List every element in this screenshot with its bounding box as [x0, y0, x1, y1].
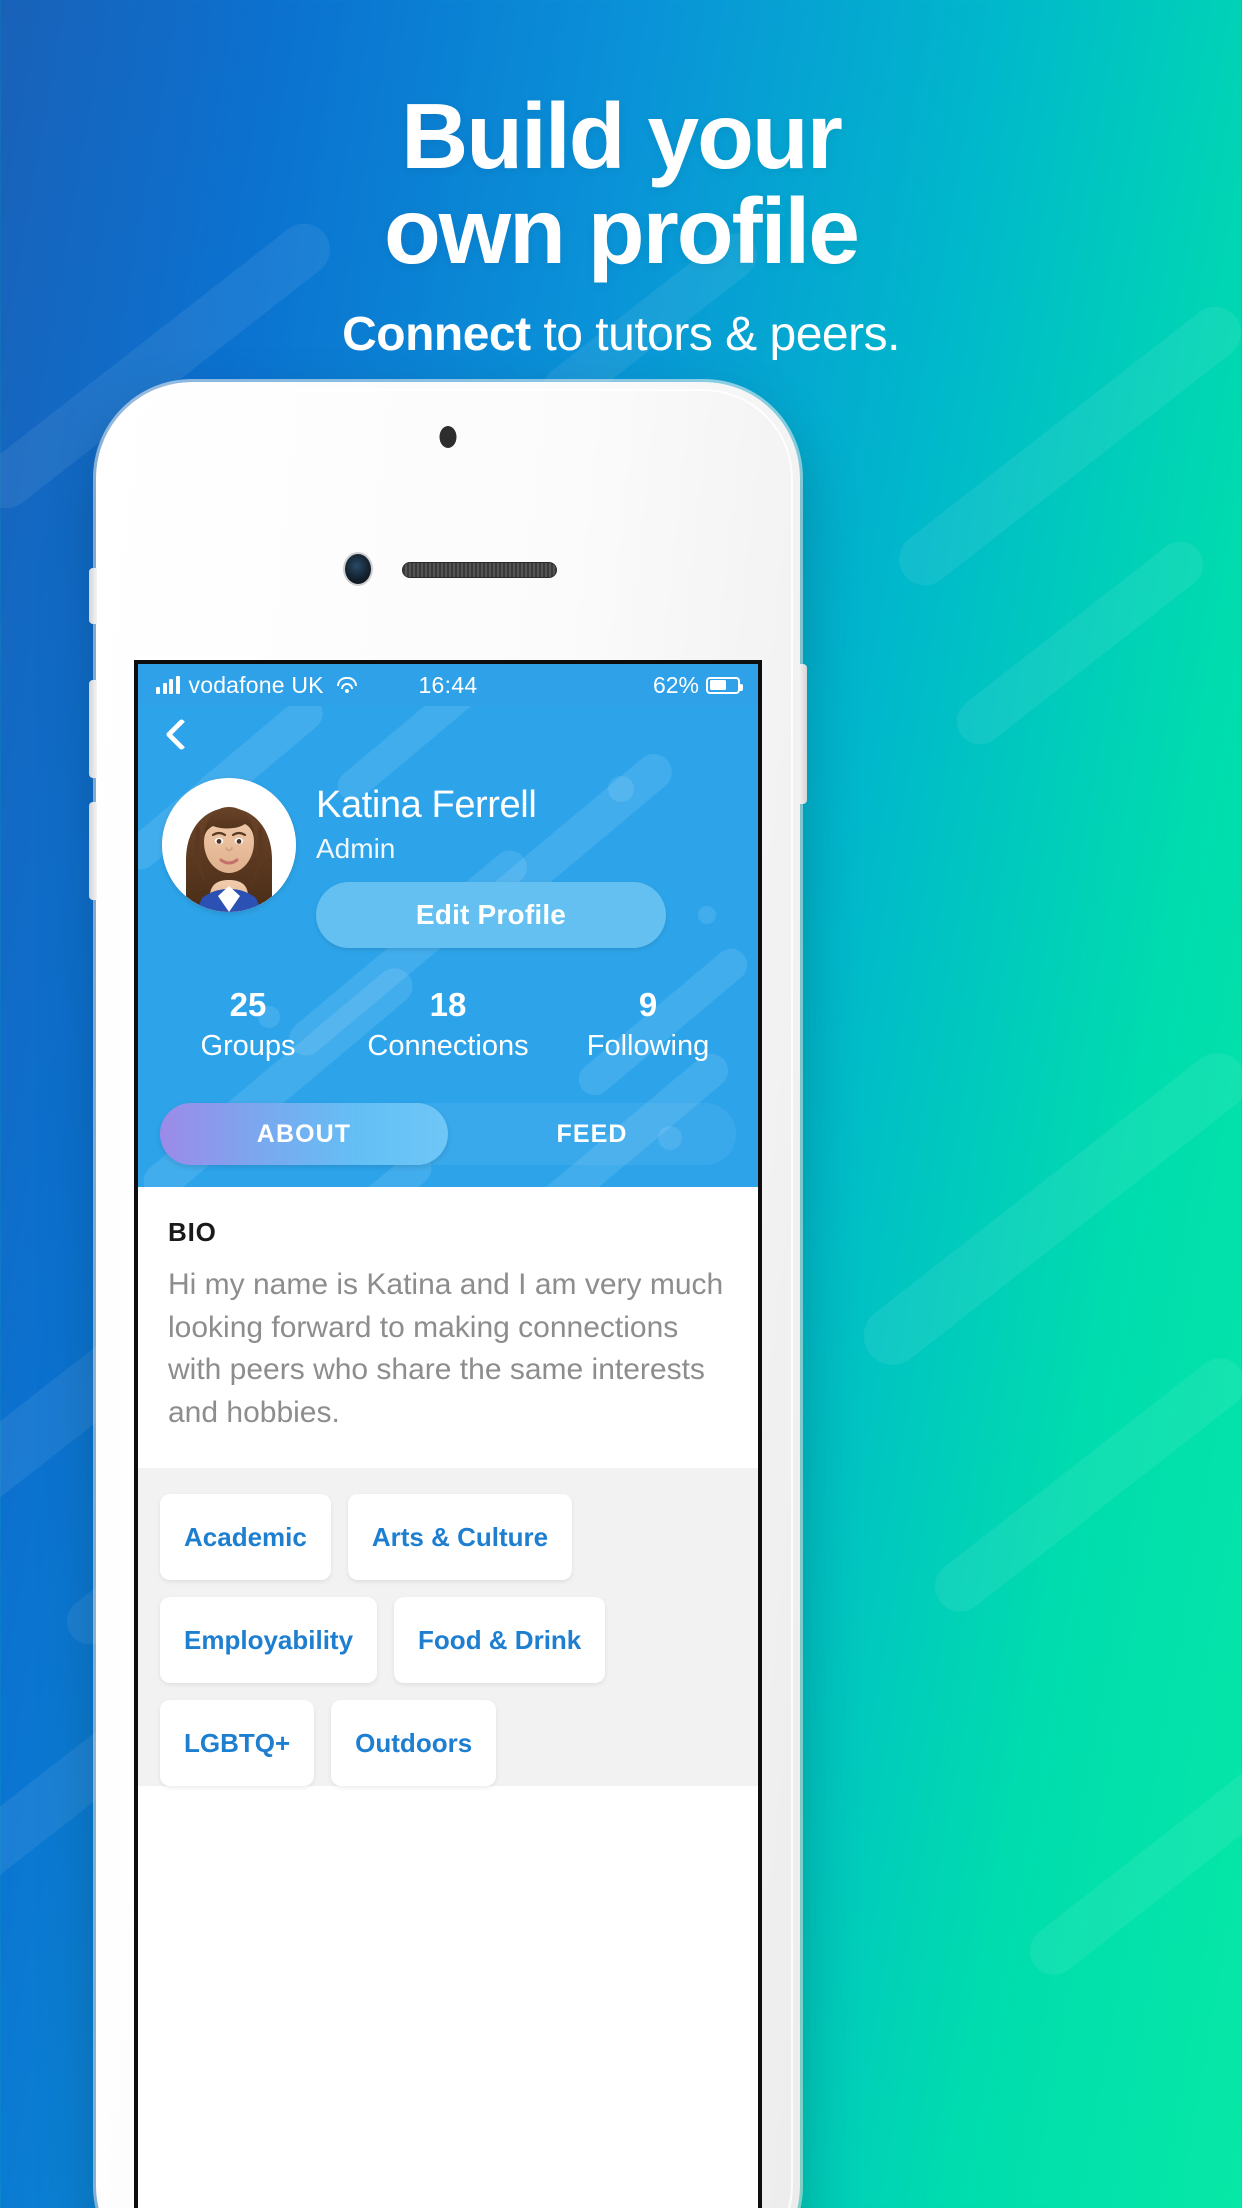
interest-chip-arts-culture[interactable]: Arts & Culture [347, 1494, 573, 1581]
nav-bar [138, 706, 758, 778]
front-camera-icon [345, 554, 371, 584]
phone-power-button [799, 664, 807, 804]
stat-following[interactable]: 9 Following [548, 986, 748, 1063]
profile-role: Admin [316, 833, 396, 864]
tab-about[interactable]: ABOUT [160, 1103, 448, 1165]
stat-value: 18 [429, 986, 467, 1023]
battery-percent-label: 62% [652, 671, 699, 698]
phone-volume-up-button [89, 680, 97, 778]
bio-section: BIO Hi my name is Katina and I am very m… [138, 1187, 758, 1469]
profile-avatar[interactable] [162, 778, 296, 912]
profile-header: Katina Ferrell Admin Edit Profile 25 Gro… [138, 706, 758, 1187]
tab-feed[interactable]: FEED [448, 1103, 736, 1165]
phone-screen: vodafone UK 16:44 62% Katina Ferrell Adm… [134, 660, 762, 2208]
status-bar-right: 62% [448, 671, 743, 699]
stat-connections[interactable]: 18 Connections [348, 986, 548, 1063]
interest-chip-list: Academic Arts & Culture Employability Fo… [160, 1494, 736, 1787]
promo-banner: Build your own profile Connect to tutors… [0, 90, 1242, 362]
phone-mute-switch [89, 568, 97, 624]
stat-value: 9 [638, 986, 658, 1023]
promo-headline-line2: own profile [384, 179, 860, 284]
identity-row: Katina Ferrell Admin Edit Profile [138, 778, 758, 948]
interest-chip-employability[interactable]: Employability [160, 1597, 378, 1684]
interest-chip-lgbtq[interactable]: LGBTQ+ [160, 1700, 315, 1787]
interest-chip-food-drink[interactable]: Food & Drink [394, 1597, 606, 1684]
phone-volume-down-button [89, 802, 97, 900]
battery-icon [706, 676, 743, 694]
interests-section: Academic Arts & Culture Employability Fo… [138, 1468, 758, 1787]
interest-chip-academic[interactable]: Academic [160, 1494, 331, 1581]
proximity-sensor-icon [439, 426, 457, 448]
phone-mockup: vodafone UK 16:44 62% Katina Ferrell Adm… [89, 382, 807, 2208]
stat-label: Following [586, 1030, 710, 1062]
profile-tabs: ABOUT FEED [160, 1103, 736, 1165]
promo-subtitle-bold: Connect [342, 307, 531, 361]
stat-value: 25 [229, 986, 267, 1023]
bio-heading: BIO [168, 1217, 217, 1247]
earpiece-speaker-icon [402, 562, 557, 578]
profile-name: Katina Ferrell [316, 784, 537, 826]
stat-label: Groups [200, 1030, 296, 1062]
promo-subtitle: Connect to tutors & peers. [0, 307, 1242, 362]
status-bar: vodafone UK 16:44 62% [138, 664, 758, 706]
stat-groups[interactable]: 25 Groups [148, 986, 348, 1063]
edit-profile-button[interactable]: Edit Profile [316, 882, 666, 948]
chevron-left-icon[interactable] [162, 720, 188, 746]
profile-stats: 25 Groups 18 Connections 9 Following [138, 986, 758, 1063]
bio-text: Hi my name is Katina and I am very much … [168, 1268, 724, 1429]
interest-chip-outdoors[interactable]: Outdoors [331, 1700, 497, 1787]
promo-headline: Build your own profile [0, 90, 1242, 284]
stat-label: Connections [367, 1030, 529, 1062]
promo-subtitle-rest: to tutors & peers. [530, 307, 900, 361]
identity-text: Katina Ferrell Admin Edit Profile [316, 778, 734, 948]
promo-headline-line1: Build your [401, 84, 843, 188]
